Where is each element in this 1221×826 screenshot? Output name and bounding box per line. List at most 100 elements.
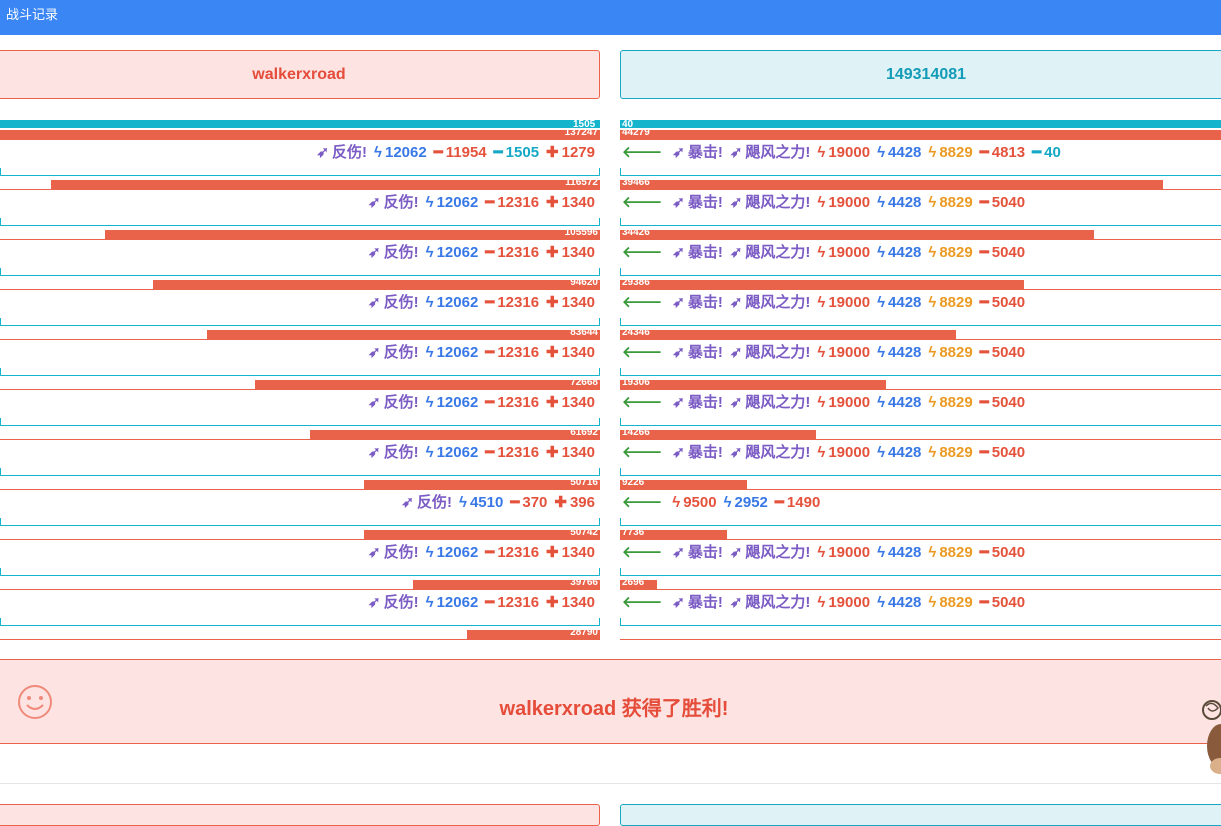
- hp-value-right: 19306: [622, 377, 650, 388]
- bolt-icon: ϟ: [425, 244, 434, 261]
- arrow-icon: ➶: [729, 344, 743, 361]
- plus-icon: ✚: [546, 394, 559, 411]
- log-entry: ϟ 9500: [672, 493, 716, 513]
- log-entry-text: 飓风之力!: [745, 344, 811, 361]
- log-entry-text: 暴击!: [687, 544, 723, 561]
- log-entry: 🡐: [622, 393, 665, 413]
- hp-bar-right: 39466: [620, 177, 1221, 190]
- hp-bar-left: 50742: [0, 527, 600, 540]
- minus-icon: ━: [485, 344, 495, 361]
- shield-bar-right: [620, 318, 1221, 326]
- log-entry: ━ 40: [1032, 143, 1061, 163]
- log-entry: ━ 12316: [485, 543, 539, 563]
- hp-value-left: 50716: [570, 477, 598, 488]
- log-entry-text: 4428: [888, 444, 922, 461]
- log-entry-text: 19000: [828, 344, 871, 361]
- bolt-icon: ϟ: [928, 294, 937, 311]
- action-log-right: 🡐 ϟ 9500 ϟ 2952 ━ 1490: [615, 493, 820, 513]
- log-entry: ➶ 反伤!: [368, 593, 419, 613]
- log-entry: ϟ 12062: [426, 193, 479, 213]
- log-entry: ϟ 4428: [877, 343, 921, 363]
- log-entry: ➶ 飓风之力!: [730, 293, 811, 313]
- hp-fill-right: [620, 230, 1094, 239]
- bolt-icon: ϟ: [425, 294, 434, 311]
- log-entry-text: 反伤!: [383, 394, 419, 411]
- log-entry: ϟ 19000: [817, 243, 870, 263]
- log-entry: ϟ 12062: [426, 393, 479, 413]
- log-entry-text: 飓风之力!: [745, 444, 811, 461]
- log-entry: ϟ 8829: [928, 293, 972, 313]
- plus-icon: ✚: [546, 294, 559, 311]
- arrow-icon: ➶: [729, 594, 743, 611]
- log-entry: ━ 5040: [980, 543, 1025, 563]
- minus-icon: ━: [485, 444, 495, 461]
- log-entry: ━ 12316: [485, 393, 539, 413]
- back-arrow-icon: 🡐: [622, 244, 663, 261]
- log-entry: ➶ 暴击!: [672, 393, 723, 413]
- log-entry: ✚ 1340: [546, 393, 595, 413]
- log-entry-text: 12062: [436, 394, 479, 411]
- log-entry-text: 暴击!: [687, 194, 723, 211]
- hp-fill-left: [153, 280, 600, 289]
- log-entry-text: 暴击!: [687, 394, 723, 411]
- log-entry: ϟ 19000: [817, 343, 870, 363]
- shield-bar-left: [0, 120, 600, 128]
- log-entry: ➶ 反伤!: [368, 293, 419, 313]
- arrow-icon: ➶: [729, 394, 743, 411]
- log-entry-text: 反伤!: [332, 144, 368, 161]
- log-entry-text: 飓风之力!: [745, 194, 811, 211]
- action-log-left: ➶ 反伤! ϟ 12062 ━ 12316 ✚ 1340: [361, 593, 595, 613]
- bolt-icon: ϟ: [817, 594, 826, 611]
- hp-value-left: 28790: [570, 627, 598, 638]
- hp-bar-right: 9226: [620, 477, 1221, 490]
- action-log-left: ➶ 反伤! ϟ 12062 ━ 12316 ✚ 1340: [361, 293, 595, 313]
- log-entry-text: 5040: [991, 344, 1026, 361]
- bolt-icon: ϟ: [877, 244, 886, 261]
- log-entry-text: 19000: [828, 194, 871, 211]
- action-log-left: ➶ 反伤! ϟ 12062 ━ 12316 ✚ 1340: [361, 193, 595, 213]
- action-log-left: ➶ 反伤! ϟ 12062 ━ 12316 ✚ 1340: [361, 443, 595, 463]
- shield-bar-left: [0, 618, 600, 626]
- shield-bar-right: [620, 268, 1221, 276]
- log-entry-text: 1340: [561, 594, 595, 611]
- bolt-icon: ϟ: [425, 344, 434, 361]
- shield-bar-right: [620, 120, 1221, 128]
- hp-fill-left: [255, 380, 600, 389]
- victory-banner: walkerxroad 获得了胜利!: [0, 659, 1221, 744]
- log-entry-text: 暴击!: [687, 244, 723, 261]
- action-log-right: 🡐 ➶ 暴击! ➶ 飓风之力! ϟ 19000 ϟ 4428 ϟ 8829 ━ 5040: [615, 443, 1025, 463]
- hp-bar-left: 61692: [0, 427, 600, 440]
- bolt-icon: ϟ: [928, 394, 937, 411]
- bolt-icon: ϟ: [459, 494, 467, 511]
- minus-icon: ━: [485, 594, 495, 611]
- action-log-right: 🡐 ➶ 暴击! ➶ 飓风之力! ϟ 19000 ϟ 4428 ϟ 8829 ━ 5040: [615, 243, 1025, 263]
- hp-value-left: 116572: [565, 177, 598, 188]
- hp-bar-left: 50716: [0, 477, 600, 490]
- log-entry-text: 12062: [436, 194, 479, 211]
- plus-icon: ✚: [546, 544, 559, 561]
- hp-value-right: 24346: [622, 327, 650, 338]
- log-entry-text: 9500: [683, 494, 717, 511]
- log-entry-text: 5040: [991, 544, 1026, 561]
- hp-value-left: 94620: [570, 277, 598, 288]
- shield-bar-left: [0, 218, 600, 226]
- log-entry: ϟ 19000: [817, 193, 870, 213]
- minus-icon: ━: [979, 544, 989, 561]
- bolt-icon: ϟ: [877, 394, 886, 411]
- log-entry-text: 反伤!: [383, 294, 419, 311]
- arrow-icon: ➶: [729, 544, 743, 561]
- log-entry: ━ 5040: [980, 343, 1025, 363]
- log-entry: ϟ 4428: [877, 543, 921, 563]
- log-entry-text: 12062: [385, 144, 427, 161]
- log-entry-text: 1340: [561, 194, 595, 211]
- log-entry-text: 飓风之力!: [745, 294, 811, 311]
- bolt-icon: ϟ: [817, 294, 826, 311]
- log-entry: ϟ 19000: [817, 443, 870, 463]
- log-entry-text: 19000: [828, 244, 871, 261]
- minus-icon: ━: [485, 244, 495, 261]
- hp-value-right: 7736: [622, 527, 645, 538]
- log-entry: ➶ 反伤!: [368, 393, 419, 413]
- arrow-icon: ➶: [672, 294, 685, 311]
- arrow-icon: ➶: [672, 544, 685, 561]
- hp-bar-right: 24346: [620, 327, 1221, 340]
